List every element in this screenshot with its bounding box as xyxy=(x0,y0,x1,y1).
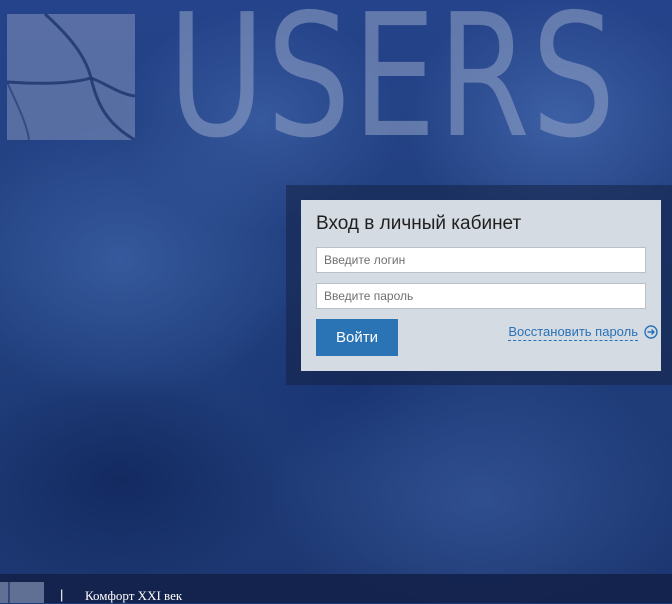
arrow-right-circle-icon[interactable] xyxy=(644,325,658,339)
footer-divider: | xyxy=(60,587,64,602)
logo-text: USERS xyxy=(168,0,618,176)
recover-password-link[interactable]: Восстановить пароль xyxy=(508,324,638,341)
footer-company-link[interactable]: Комфорт XXI век xyxy=(85,588,182,604)
password-input[interactable] xyxy=(316,283,646,309)
logo-mark-icon xyxy=(7,14,135,140)
login-input[interactable] xyxy=(316,247,646,273)
login-form: Вход в личный кабинет Войти Восстановить… xyxy=(301,200,661,371)
footer-logo-icon xyxy=(0,582,44,603)
footer: | Комфорт XXI век xyxy=(0,574,672,603)
login-title: Вход в личный кабинет xyxy=(316,213,522,234)
login-button[interactable]: Войти xyxy=(316,319,398,356)
